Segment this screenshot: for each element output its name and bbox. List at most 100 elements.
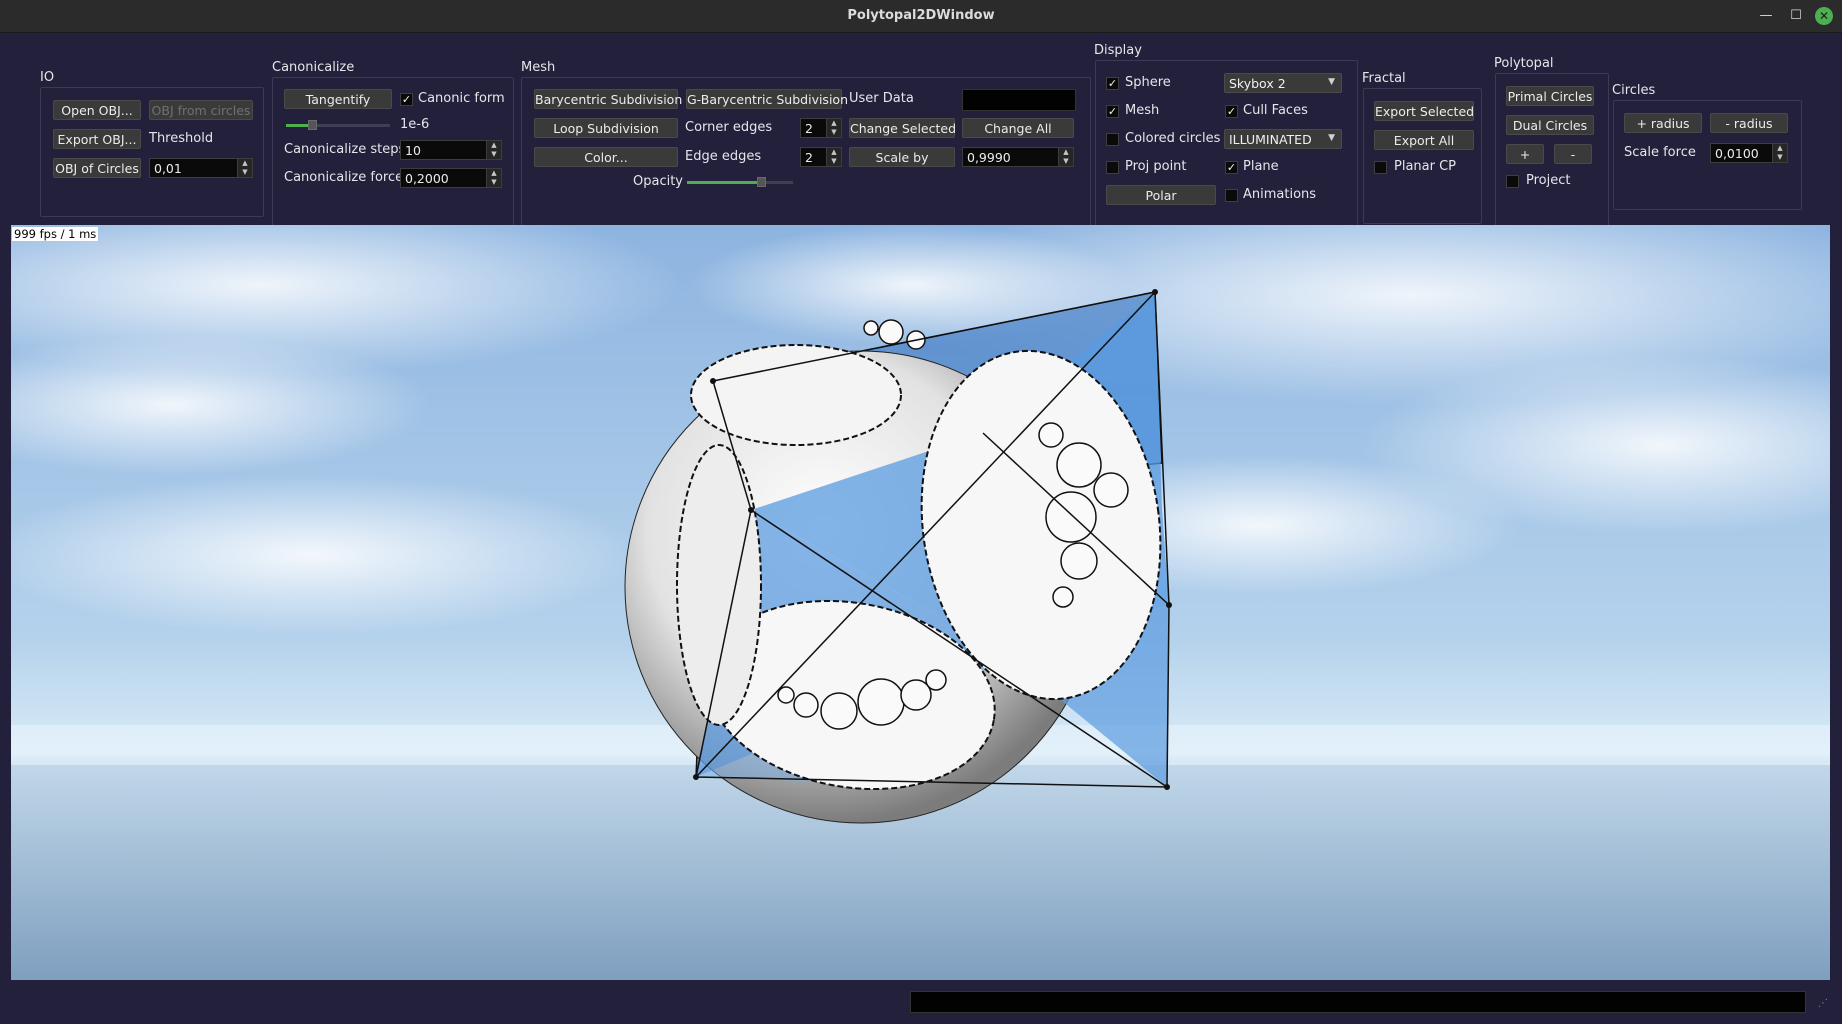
- minus-button[interactable]: -: [1554, 144, 1592, 164]
- edge-edges-label: Edge edges: [685, 149, 762, 164]
- status-field: [910, 991, 1806, 1013]
- obj-of-circles-button[interactable]: OBJ of Circles: [53, 158, 141, 178]
- arrow-down-icon[interactable]: ▼: [827, 157, 841, 166]
- resize-grip-icon[interactable]: ⋰: [1818, 998, 1828, 1009]
- plane-checkbox[interactable]: ✓: [1225, 161, 1238, 174]
- canonicalize-force-spinbox[interactable]: 0,2000 ▲ ▼: [400, 168, 502, 188]
- scale-by-spinbox[interactable]: 0,9990 ▲ ▼: [962, 147, 1074, 167]
- color-button[interactable]: Color...: [534, 147, 678, 167]
- dual-circles-button[interactable]: Dual Circles: [1506, 115, 1594, 135]
- title-bar: Polytopal2DWindow — ☐ ✕: [0, 0, 1842, 33]
- minimize-button[interactable]: —: [1757, 7, 1775, 25]
- scale-stepper[interactable]: ▲ ▼: [1058, 148, 1073, 166]
- plane-label: Plane: [1243, 159, 1279, 174]
- force-stepper[interactable]: ▲ ▼: [486, 169, 501, 187]
- scale-by-button[interactable]: Scale by: [849, 147, 955, 167]
- loop-subdivision-button[interactable]: Loop Subdivision: [534, 118, 678, 138]
- scale-force-stepper[interactable]: ▲ ▼: [1772, 144, 1787, 162]
- shading-value: ILLUMINATED: [1229, 132, 1312, 147]
- plus-button[interactable]: +: [1506, 144, 1544, 164]
- g-barycentric-subdivision-button[interactable]: G-Barycentric Subdivision: [686, 89, 848, 109]
- colored-circles-checkbox[interactable]: [1106, 133, 1119, 146]
- tangentify-button[interactable]: Tangentify: [284, 89, 392, 109]
- change-selected-button[interactable]: Change Selected: [849, 118, 956, 138]
- arrow-down-icon[interactable]: ▼: [1059, 157, 1073, 166]
- sphere-label: Sphere: [1125, 75, 1171, 90]
- corner-edges-stepper[interactable]: ▲ ▼: [826, 119, 841, 137]
- canonicalize-force-label: Canonicalize force: [284, 170, 404, 185]
- fractal-group-title: Fractal: [1362, 71, 1406, 86]
- change-all-button[interactable]: Change All: [962, 118, 1074, 138]
- sphere-checkbox[interactable]: ✓: [1106, 77, 1119, 90]
- close-button[interactable]: ✕: [1815, 7, 1833, 25]
- animations-checkbox[interactable]: [1225, 189, 1238, 202]
- corner-edges-spinbox[interactable]: 2 ▲ ▼: [800, 118, 842, 138]
- arrow-up-icon[interactable]: ▲: [827, 119, 841, 128]
- user-data-field[interactable]: [962, 89, 1076, 111]
- tolerance-label: 1e-6: [400, 117, 430, 132]
- skybox-select[interactable]: Skybox 2 ▼: [1224, 73, 1342, 93]
- window-title: Polytopal2DWindow: [847, 8, 995, 23]
- threshold-spinbox[interactable]: 0,01 ▲ ▼: [149, 158, 253, 178]
- arrow-up-icon[interactable]: ▲: [827, 148, 841, 157]
- arrow-down-icon[interactable]: ▼: [487, 178, 501, 187]
- opacity-label: Opacity: [633, 174, 684, 189]
- animations-label: Animations: [1243, 187, 1317, 202]
- edge-edges-stepper[interactable]: ▲ ▼: [826, 148, 841, 166]
- scale-force-spinbox[interactable]: 0,0100 ▲ ▼: [1710, 143, 1788, 163]
- open-obj-button[interactable]: Open OBJ...: [53, 100, 141, 120]
- slider-handle[interactable]: [308, 120, 317, 130]
- skybox-value: Skybox 2: [1229, 76, 1286, 91]
- user-data-label: User Data: [849, 91, 914, 106]
- arrow-down-icon[interactable]: ▼: [1773, 153, 1787, 162]
- arrow-up-icon[interactable]: ▲: [487, 141, 501, 150]
- primal-circles-button[interactable]: Primal Circles: [1506, 86, 1594, 106]
- canonicalize-steps-spinbox[interactable]: 10 ▲ ▼: [400, 140, 502, 160]
- plus-radius-button[interactable]: + radius: [1624, 113, 1702, 133]
- check-icon: ✓: [1107, 77, 1118, 90]
- opacity-slider[interactable]: [687, 175, 793, 189]
- minus-radius-button[interactable]: - radius: [1710, 113, 1788, 133]
- maximize-button[interactable]: ☐: [1787, 7, 1805, 25]
- obj-from-circles-button[interactable]: OBJ from circles: [149, 100, 253, 120]
- cull-faces-checkbox[interactable]: ✓: [1225, 105, 1238, 118]
- display-group-title: Display: [1094, 43, 1142, 58]
- barycentric-subdivision-button[interactable]: Barycentric Subdivision: [534, 89, 682, 109]
- polar-button[interactable]: Polar: [1106, 185, 1216, 205]
- mesh-checkbox[interactable]: ✓: [1106, 105, 1119, 118]
- check-icon: ✓: [1107, 105, 1118, 118]
- planar-cp-checkbox[interactable]: [1374, 161, 1387, 174]
- arrow-down-icon[interactable]: ▼: [827, 128, 841, 137]
- corner-edges-value: 2: [805, 121, 813, 136]
- arrow-down-icon[interactable]: ▼: [487, 150, 501, 159]
- cull-faces-label: Cull Faces: [1243, 103, 1308, 118]
- canonicalize-steps-label: Canonicalize steps: [284, 142, 406, 157]
- arrow-up-icon[interactable]: ▲: [1059, 148, 1073, 157]
- arrow-up-icon[interactable]: ▲: [487, 169, 501, 178]
- mesh-group-title: Mesh: [521, 60, 556, 75]
- threshold-stepper[interactable]: ▲ ▼: [237, 159, 252, 177]
- export-obj-button[interactable]: Export OBJ...: [53, 129, 141, 149]
- toolbar: IO Open OBJ... OBJ from circles Export O…: [0, 33, 1842, 252]
- scale-force-value: 0,0100: [1715, 146, 1759, 161]
- project-checkbox[interactable]: [1506, 175, 1519, 188]
- io-group-title: IO: [40, 70, 55, 85]
- edge-edges-spinbox[interactable]: 2 ▲ ▼: [800, 147, 842, 167]
- arrow-up-icon[interactable]: ▲: [238, 159, 252, 168]
- arrow-up-icon[interactable]: ▲: [1773, 144, 1787, 153]
- 3d-viewport[interactable]: [11, 225, 1830, 980]
- slider-handle[interactable]: [757, 177, 766, 187]
- export-all-button[interactable]: Export All: [1374, 130, 1474, 150]
- arrow-down-icon[interactable]: ▼: [238, 168, 252, 177]
- project-label: Project: [1526, 173, 1571, 188]
- steps-stepper[interactable]: ▲ ▼: [486, 141, 501, 159]
- shading-select[interactable]: ILLUMINATED ▼: [1224, 129, 1342, 149]
- scene-render[interactable]: [11, 225, 1830, 980]
- planar-cp-label: Planar CP: [1394, 159, 1457, 174]
- fps-counter: 999 fps / 1 ms: [12, 227, 99, 241]
- corner-edges-label: Corner edges: [685, 120, 773, 135]
- tolerance-slider[interactable]: [286, 118, 390, 132]
- proj-point-checkbox[interactable]: [1106, 161, 1119, 174]
- export-selected-button[interactable]: Export Selected: [1374, 101, 1474, 121]
- canonic-form-checkbox[interactable]: ✓: [400, 93, 413, 106]
